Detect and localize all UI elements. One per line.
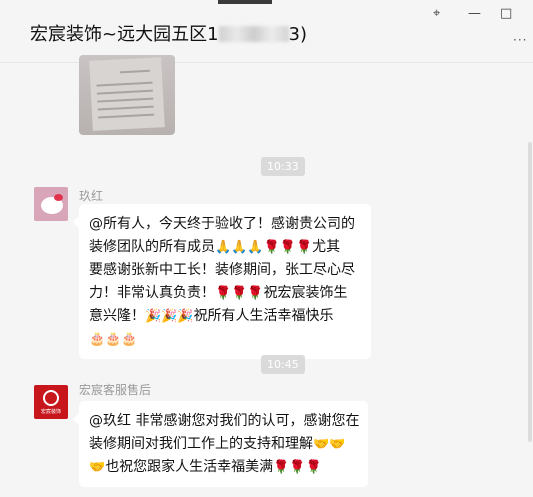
msg1-line5: 意兴隆！ (89, 308, 145, 324)
msg1-line3: 要感谢张新中工长！装修期间，张工尽心尽 (89, 262, 355, 278)
window-top-indicator (218, 0, 272, 4)
brand-logo-icon (43, 390, 59, 406)
msg2-line2: 装修期间对我们工作上的支持和理解 (89, 436, 313, 452)
kitty-bow (54, 194, 63, 201)
sender-name-2: 宏宸客服售后 (79, 383, 152, 397)
cake-icon: 🎂 (105, 332, 122, 347)
cake-icon: 🎂 (121, 332, 138, 347)
maximize-icon[interactable]: □ (500, 6, 512, 21)
handshake-icon: 🤝 (329, 437, 346, 452)
blurred-phone (218, 26, 289, 42)
timestamp-2: 10:45 (261, 355, 305, 374)
handshake-icon: 🤝 (89, 460, 106, 475)
party-icon: 🎉 (145, 309, 162, 324)
msg2-line1: @玖红 非常感谢您对我们的认可，感谢您在 (89, 413, 360, 429)
scrollbar[interactable] (528, 62, 533, 497)
rose-icon: 🌹 (279, 240, 296, 255)
rose-icon: 🌹 (289, 460, 306, 475)
avatar[interactable]: 宏宸装饰 (34, 385, 68, 419)
more-options-button[interactable]: ··· (513, 33, 527, 47)
message-bubble-1[interactable]: @所有人，今天终于验收了！感谢贵公司的 装修团队的所有成员🙏🙏🙏🌹🌹🌹尤其 要感… (73, 204, 371, 359)
message-bubble-2[interactable]: @玖红 非常感谢您对我们的认可，感谢您在 装修期间对我们工作上的支持和理解🤝🤝 … (73, 401, 368, 487)
pray-icon: 🙏 (231, 240, 248, 255)
party-icon: 🎉 (177, 309, 194, 324)
document-photo (89, 57, 165, 131)
party-icon: 🎉 (161, 309, 178, 324)
chat-title: 宏宸装饰~远大园五区1 3) (30, 20, 307, 46)
msg2-line3: 也祝您跟家人生活幸福美满 (105, 459, 274, 475)
handshake-icon: 🤝 (313, 437, 330, 452)
chat-title-prefix: 宏宸装饰~远大园五区1 (30, 24, 219, 45)
rose-icon: 🌹 (305, 460, 322, 475)
rose-icon: 🌹 (231, 286, 248, 301)
sender-name-1: 玖红 (79, 189, 104, 203)
image-message[interactable] (79, 55, 175, 135)
msg1-line4b: 祝宏宸装饰生 (263, 285, 348, 301)
avatar-brand-text: 宏宸装饰 (40, 409, 61, 415)
rose-icon: 🌹 (263, 240, 280, 255)
pray-icon: 🙏 (215, 240, 232, 255)
pray-icon: 🙏 (247, 240, 264, 255)
minimize-icon[interactable]: — (468, 6, 481, 21)
cake-icon: 🎂 (89, 332, 106, 347)
rose-icon: 🌹 (273, 460, 290, 475)
scrollbar-thumb[interactable] (528, 142, 532, 442)
rose-icon: 🌹 (215, 286, 232, 301)
msg1-line2: 装修团队的所有成员 (89, 239, 215, 255)
rose-icon: 🌹 (295, 240, 313, 255)
chat-title-suffix: 3) (288, 24, 308, 45)
msg1-line5b: 祝所有人生活幸福快乐 (193, 308, 334, 324)
rose-icon: 🌹 (247, 286, 264, 301)
title-bar: 宏宸装饰~远大园五区1 3) ⌖ — □ ··· (0, 0, 533, 63)
msg1-line1: @所有人，今天终于验收了！感谢贵公司的 (89, 216, 355, 232)
pin-icon[interactable]: ⌖ (433, 6, 440, 21)
avatar[interactable] (34, 187, 68, 221)
msg1-line4: 力！非常认真负责！ (89, 285, 215, 301)
timestamp-1: 10:33 (261, 157, 305, 176)
msg1-line2b: 尤其 (312, 239, 341, 255)
